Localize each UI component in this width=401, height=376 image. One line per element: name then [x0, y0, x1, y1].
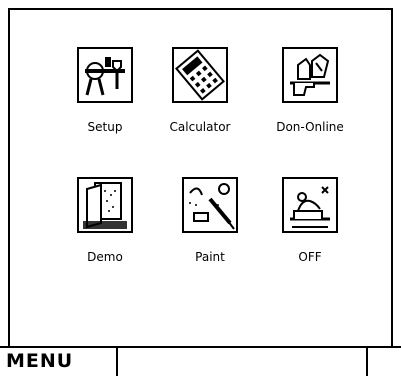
online-hand-icon[interactable]: [282, 47, 338, 103]
demo-door-icon[interactable]: [77, 177, 133, 233]
menu-bar: MENU: [0, 346, 401, 376]
calculator-icon[interactable]: [172, 47, 228, 103]
setup-tools-icon[interactable]: [77, 47, 133, 103]
off-person-icon[interactable]: [282, 177, 338, 233]
app-tile-calculator[interactable]: Calculator: [140, 47, 260, 147]
paint-brush-icon[interactable]: [182, 177, 238, 233]
app-label: Demo: [87, 250, 123, 264]
app-label: OFF: [298, 250, 322, 264]
app-label: Don-Online: [276, 120, 344, 134]
app-tile-demo[interactable]: Demo: [45, 177, 165, 277]
app-tile-don-online[interactable]: Don-Online: [250, 47, 370, 147]
app-tile-off[interactable]: OFF: [250, 177, 370, 277]
menu-button[interactable]: MENU: [6, 350, 73, 372]
menu-status-field: [116, 348, 368, 376]
app-label: Calculator: [169, 120, 231, 134]
